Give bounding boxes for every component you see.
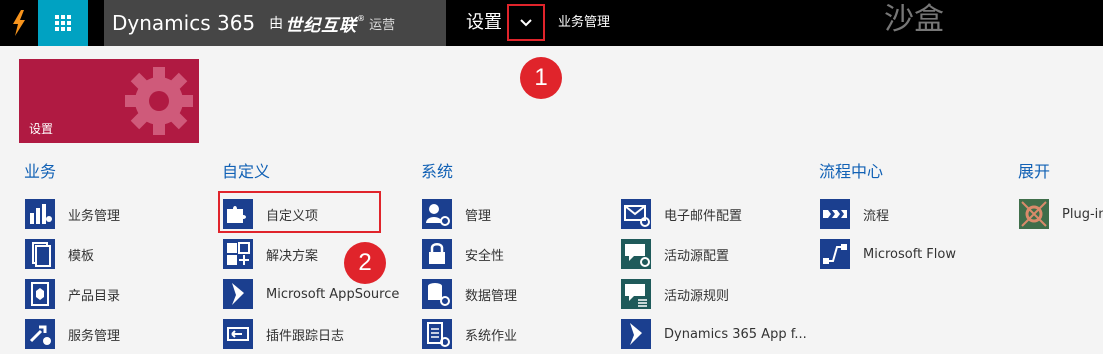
menu-item-administration[interactable]: 管理 — [421, 194, 517, 234]
menu-item-service-management[interactable]: 服务管理 — [24, 314, 120, 354]
templates-icon — [24, 238, 56, 270]
brand-banner[interactable]: Dynamics 365 由 世纪互联 ® 运营 — [104, 0, 446, 46]
data-management-icon — [421, 278, 453, 310]
group-process-center: 流程中心 流程 Microsoft Flow — [819, 160, 956, 274]
menu-item-email-configuration[interactable]: 电子邮件配置 — [620, 194, 807, 234]
menu-item-label: Microsoft Flow — [863, 246, 956, 262]
plugin-icon — [1018, 198, 1050, 230]
menu-item-activity-feeds-configuration[interactable]: 活动源配置 — [620, 234, 807, 274]
menu-item-label: 数据管理 — [465, 288, 518, 304]
settings-tile-label: 设置 — [29, 122, 54, 136]
menu-item-label: Microsoft AppSource — [266, 286, 400, 302]
menu-item-plugin[interactable]: Plug-in — [1018, 194, 1103, 234]
group-business: 业务 业务管理 模板 产品目录 服务管理 — [24, 160, 120, 354]
email-config-icon — [620, 198, 652, 230]
partner-name: 世纪互联 — [285, 15, 358, 36]
menu-item-label: 解决方案 — [266, 248, 319, 264]
group-extensions: 展开 Plug-in — [1018, 160, 1103, 234]
breadcrumb[interactable]: 业务管理 — [558, 0, 610, 46]
group-system-column-2: 电子邮件配置 活动源配置 活动源规则 Dynamics 365 App f... — [620, 194, 807, 354]
settings-tile[interactable]: 设置 — [19, 59, 199, 143]
environment-label: 沙盒 — [884, 2, 944, 37]
menu-item-dynamics-app-for-outlook[interactable]: Dynamics 365 App f... — [620, 314, 807, 354]
brand-by-text: 由 — [269, 16, 284, 32]
activity-feed-rules-icon — [620, 278, 652, 310]
nav-title[interactable]: 设置 — [466, 0, 502, 46]
menu-item-label: 活动源规则 — [664, 288, 730, 304]
registered-mark: ® — [357, 13, 366, 23]
menu-item-product-catalog[interactable]: 产品目录 — [24, 274, 120, 314]
menu-item-solutions[interactable]: 解决方案 — [222, 234, 399, 274]
app-name: Dynamics 365 — [112, 11, 256, 35]
solutions-icon — [222, 238, 254, 270]
plugin-trace-icon — [222, 318, 254, 350]
top-navigation-bar: Dynamics 365 由 世纪互联 ® 运营 设置 业务管理 沙盒 — [0, 0, 1103, 46]
menu-item-label: 模板 — [68, 248, 95, 264]
chevron-down-icon[interactable] — [507, 4, 545, 41]
menu-item-label: 业务管理 — [68, 208, 121, 224]
activity-feed-config-icon — [620, 238, 652, 270]
operated-text: 运营 — [369, 17, 396, 33]
group-title-system: 系统 — [421, 162, 454, 181]
group-title-customization: 自定义 — [222, 162, 271, 181]
menu-item-label: Dynamics 365 App f... — [664, 326, 807, 342]
menu-item-security[interactable]: 安全性 — [421, 234, 517, 274]
system-jobs-icon — [421, 318, 453, 350]
menu-item-label: 管理 — [465, 208, 492, 224]
menu-item-plugin-trace-log[interactable]: 插件跟踪日志 — [222, 314, 399, 354]
menu-item-microsoft-flow[interactable]: Microsoft Flow — [819, 234, 956, 274]
menu-item-processes[interactable]: 流程 — [819, 194, 956, 234]
menu-item-appsource[interactable]: Microsoft AppSource — [222, 274, 399, 314]
menu-item-label: 安全性 — [465, 248, 505, 264]
group-title-process-center: 流程中心 — [819, 162, 884, 181]
dynamics-app-icon — [620, 318, 652, 350]
menu-item-label: Plug-in — [1062, 206, 1103, 222]
highlight-box — [218, 191, 381, 233]
menu-item-label: 产品目录 — [68, 288, 121, 304]
group-customization: 自定义 自定义项 解决方案 Microsoft AppSource 插件跟踪日志 — [222, 160, 399, 354]
service-management-icon — [24, 318, 56, 350]
menu-item-data-management[interactable]: 数据管理 — [421, 274, 517, 314]
menu-item-label: 服务管理 — [68, 328, 121, 344]
lock-icon — [421, 238, 453, 270]
group-title-business: 业务 — [24, 162, 57, 181]
menu-item-label: 活动源配置 — [664, 248, 730, 264]
menu-item-label: 电子邮件配置 — [664, 208, 743, 224]
flow-icon — [819, 238, 851, 270]
lightning-logo-icon[interactable] — [0, 0, 38, 46]
product-catalog-icon — [24, 278, 56, 310]
gear-icon — [121, 63, 197, 143]
business-management-icon — [24, 198, 56, 230]
menu-item-templates[interactable]: 模板 — [24, 234, 120, 274]
process-icon — [819, 198, 851, 230]
menu-item-system-jobs[interactable]: 系统作业 — [421, 314, 517, 354]
group-title-extensions: 展开 — [1018, 162, 1051, 181]
appsource-icon — [222, 278, 254, 310]
group-system: 系统 管理 安全性 数据管理 系统作业 — [421, 160, 517, 354]
administration-icon — [421, 198, 453, 230]
menu-item-business-management[interactable]: 业务管理 — [24, 194, 120, 234]
app-launcher-grid-icon[interactable] — [38, 0, 88, 46]
callout-badge-1: 1 — [520, 57, 562, 99]
menu-item-label: 插件跟踪日志 — [266, 328, 345, 344]
menu-item-activity-feeds-rules[interactable]: 活动源规则 — [620, 274, 807, 314]
menu-item-label: 流程 — [863, 208, 890, 224]
menu-item-label: 系统作业 — [465, 328, 518, 344]
